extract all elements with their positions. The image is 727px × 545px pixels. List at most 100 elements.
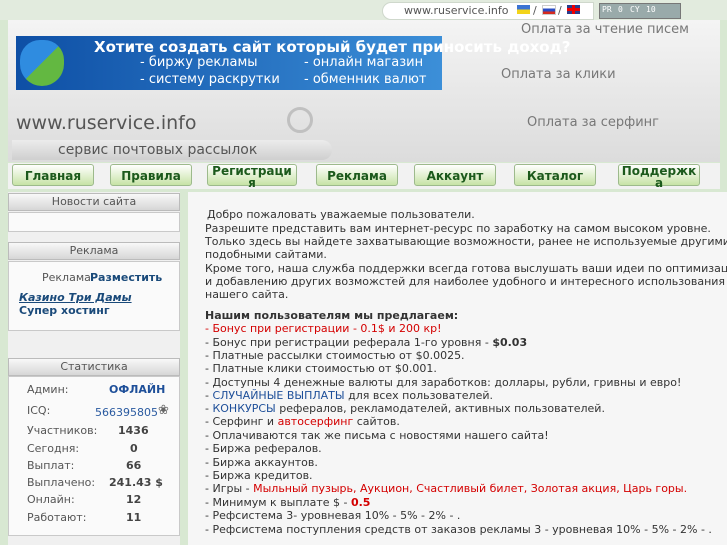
- stat-value: ОФЛАЙН: [109, 383, 166, 396]
- cy-label: CY: [630, 5, 640, 14]
- offer-item: - Рефсистема поступления средств от зака…: [205, 523, 712, 536]
- intro-line: подобными сайтами.: [205, 248, 327, 261]
- offer-item: - Рефсистема 3- уровневая 10% - 5% - 2% …: [205, 509, 461, 522]
- offers-title: Нашим пользователям мы предлагаем:: [205, 309, 459, 322]
- header-menu-item[interactable]: Оплата за серфинг: [527, 115, 659, 130]
- nav-label: Каталог: [526, 169, 584, 183]
- banner-line: - онлайн магазин: [304, 55, 424, 70]
- top-site-url[interactable]: www.ruservice.info: [404, 4, 509, 17]
- pr-cy-badge[interactable]: PR 0 CY 10: [599, 3, 681, 19]
- stat-value: 0: [130, 442, 138, 455]
- ukraine-flag-icon[interactable]: [517, 5, 530, 14]
- stat-label: Онлайн:: [27, 493, 75, 506]
- nav-rules[interactable]: Правила: [110, 164, 192, 186]
- nav-label: Поддержк а: [621, 164, 697, 190]
- offer-amount: $0.03: [492, 336, 528, 349]
- intro-line: Разрешите представить вам интернет-ресур…: [205, 222, 711, 235]
- offer-text: - Игры -: [205, 482, 254, 495]
- stat-value: 66: [126, 459, 142, 472]
- nav-ads[interactable]: Реклама: [316, 164, 398, 186]
- slogan: сервис почтовых рассылок: [58, 142, 258, 158]
- header-menu-item[interactable]: Оплата за клики: [501, 67, 616, 82]
- games-links[interactable]: Мыльный пузырь, Аукцион, Счастливый биле…: [253, 482, 687, 495]
- ads-place-link[interactable]: Разместить: [90, 271, 162, 284]
- separator: /: [558, 4, 562, 17]
- stat-value: 12: [126, 493, 142, 506]
- offer-item: - Серфинг и автосерфинг сайтов.: [205, 415, 400, 428]
- news-header[interactable]: Новости сайта: [8, 193, 180, 211]
- stat-value: 11: [126, 511, 142, 524]
- pr-value: 0: [618, 5, 623, 14]
- offer-text: рефералов, рекламодателей, активных поль…: [275, 402, 605, 415]
- offer-text: - Серфинг и: [205, 415, 278, 428]
- nav-label: Правила: [121, 169, 181, 183]
- contests-link[interactable]: КОНКУРСЫ: [212, 402, 275, 415]
- banner-line: - систему раскрутки: [140, 72, 280, 87]
- ads-hosting-link[interactable]: Супер хостинг: [19, 304, 110, 317]
- min-payout: 0.5: [350, 496, 371, 509]
- site-logo-url[interactable]: www.ruservice.info: [16, 112, 197, 134]
- stat-value: 241.43 $: [109, 476, 163, 489]
- icq-flower-icon: ❀: [158, 403, 169, 418]
- offer-item: - КОНКУРСЫ рефералов, рекламодателей, ак…: [205, 402, 605, 415]
- stats-header: Статистика: [8, 358, 180, 376]
- ads-header: Реклама: [8, 242, 180, 260]
- offer-text: - Бонус при регистрации реферала 1-го ур…: [205, 336, 493, 349]
- autosurfing-link[interactable]: автосерфинг: [278, 415, 354, 428]
- banner-line: - обменник валют: [304, 72, 427, 87]
- offer-item: - Платные рассылки стоимостью от $0.0025…: [205, 349, 465, 362]
- banner-title: Хотите создать сайт который будет принос…: [94, 38, 571, 56]
- russia-flag-icon[interactable]: [542, 5, 556, 15]
- random-payouts-link[interactable]: СЛУЧАЙНЫЕ ВЫПЛАТЫ: [212, 389, 344, 402]
- uk-flag-icon[interactable]: [567, 5, 580, 14]
- stat-value: 1436: [118, 424, 149, 437]
- offer-item: - Биржа рефералов.: [205, 442, 322, 455]
- nav-support[interactable]: Поддержк а: [618, 164, 700, 190]
- offer-item: - Платные клики стоимостью от $0.001.: [205, 362, 437, 375]
- news-panel: [8, 212, 180, 232]
- intro-line: Кроме того, наша служба поддержки всегда…: [205, 262, 727, 275]
- stat-label: ICQ:: [27, 404, 51, 417]
- ads-casino-link[interactable]: Казино Три Дамы: [19, 291, 132, 304]
- offer-text: - Минимум к выплате $ -: [205, 496, 351, 509]
- refresh-icon: [287, 107, 313, 133]
- stat-label: Выплат:: [27, 459, 75, 472]
- nav-label: Реклама: [327, 169, 387, 183]
- windows-shield-icon: [20, 40, 64, 86]
- stat-label: Выплачено:: [27, 476, 96, 489]
- pr-label: PR: [602, 5, 612, 14]
- stat-label: Админ:: [27, 383, 69, 396]
- offer-item: - Биржа кредитов.: [205, 469, 313, 482]
- offer-item: - Доступны 4 денежные валюты для заработ…: [205, 376, 682, 389]
- nav-label: Регистраци я: [212, 164, 292, 190]
- nav-home[interactable]: Главная: [12, 164, 94, 186]
- stat-label: Работают:: [27, 511, 87, 524]
- intro-line: Добро пожаловать уважаемые пользователи.: [207, 208, 475, 221]
- banner-line: - биржу рекламы: [140, 55, 258, 70]
- offer-text: для всех пользователей.: [344, 389, 494, 402]
- cy-value: 10: [646, 5, 656, 14]
- stat-label: Участников:: [27, 424, 98, 437]
- header-menu-item[interactable]: Оплата за чтение писем: [521, 22, 689, 37]
- stat-label: Сегодня:: [27, 442, 80, 455]
- offer-item: - Оплачиваются так же письма с новостями…: [205, 429, 549, 442]
- nav-label: Главная: [24, 169, 82, 183]
- intro-line: нашего сайта.: [205, 288, 289, 301]
- offer-item: - СЛУЧАЙНЫЕ ВЫПЛАТЫ для всех пользовател…: [205, 389, 493, 402]
- nav-catalog[interactable]: Каталог: [514, 164, 596, 186]
- ads-label: Реклама: [42, 271, 91, 284]
- nav-account[interactable]: Аккаунт: [414, 164, 496, 186]
- icq-number[interactable]: 566395805: [95, 406, 158, 419]
- offer-text: сайтов.: [353, 415, 400, 428]
- nav-label: Аккаунт: [426, 169, 484, 183]
- offer-item: - Бонус при регистрации - 0.1$ и 200 кр!: [205, 322, 442, 335]
- nav-registration[interactable]: Регистраци я: [207, 164, 297, 190]
- banner-ad[interactable]: Хотите создать сайт который будет принос…: [16, 36, 570, 90]
- intro-line: и добавлению других возможстей для наибо…: [205, 275, 726, 288]
- offer-item: - Бонус при регистрации реферала 1-го ур…: [205, 336, 527, 349]
- offer-item: - Минимум к выплате $ - 0.5: [205, 496, 370, 509]
- intro-line: Только здесь вы найдете захватывающие во…: [205, 235, 727, 248]
- separator: /: [533, 4, 537, 17]
- offer-item: - Биржа аккаунтов.: [205, 456, 318, 469]
- offer-item: - Игры - Мыльный пузырь, Аукцион, Счастл…: [205, 482, 687, 495]
